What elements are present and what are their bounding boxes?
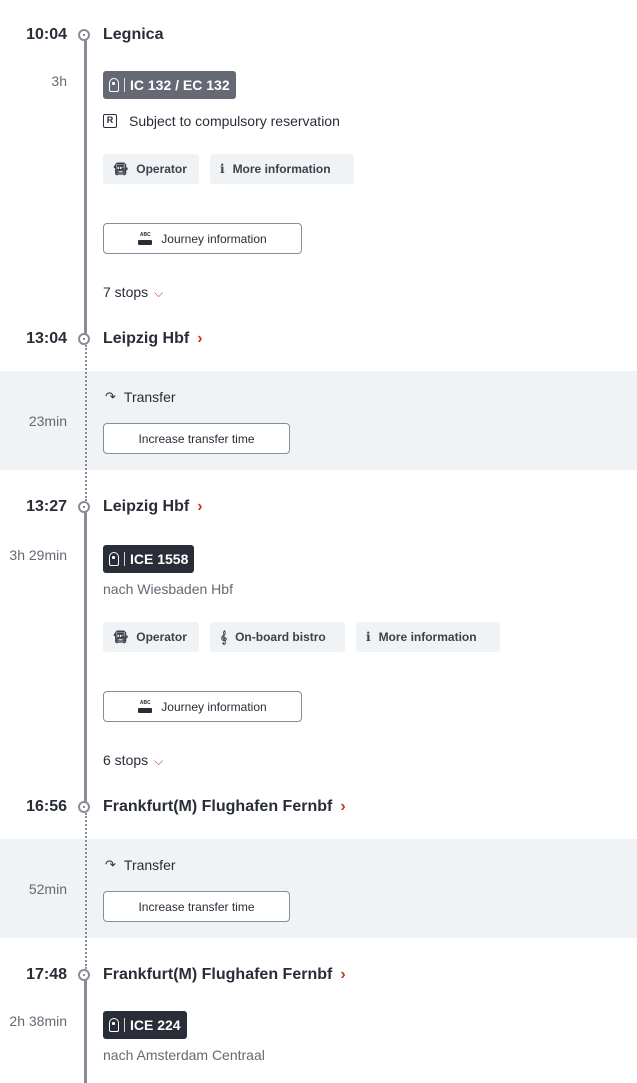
train-destination: nach Wiesbaden Hbf [103,581,233,597]
departure-time: 13:27 [26,498,67,515]
transfer-arrow-icon: ↷ [105,389,116,404]
info-i-icon: i [366,630,371,644]
station-link[interactable]: Frankfurt(M) Flughafen Fernbf › [103,798,346,816]
reservation-r-icon: R [103,114,117,128]
bus-operator-icon: 🚍︎ [113,162,129,176]
stop-node-icon [78,501,90,513]
station-link[interactable]: Leipzig Hbf › [103,330,203,348]
increase-transfer-time-button[interactable]: Increase transfer time [103,423,290,454]
departure-time: 17:48 [26,966,67,983]
transfer-duration: 23min [28,413,67,429]
transfer-band-1 [0,371,637,470]
abc-train-icon: ABC [138,700,153,713]
journey-information-button[interactable]: ABC Journey information [103,223,302,254]
train-badge[interactable]: IC 132 / EC 132 [103,71,236,99]
timeline-line-leg2 [84,507,87,807]
leg-duration: 3h [51,73,67,89]
station-name: Legnica [103,26,164,43]
stops-toggle[interactable]: 6 stops ⌵ [103,752,163,769]
fork-knife-icon: 𝄞 [220,629,228,644]
chevron-down-icon: ⌵ [154,754,164,768]
operator-button[interactable]: 🚍︎ Operator [103,622,199,652]
train-icon [109,552,119,566]
journey-information-button[interactable]: ABC Journey information [103,691,302,722]
transfer-band-2 [0,839,637,938]
departure-time: 10:04 [26,26,67,43]
leg-duration: 3h 29min [9,547,67,563]
increase-transfer-time-button[interactable]: Increase transfer time [103,891,290,922]
chevron-right-icon: › [197,330,203,347]
arrival-time: 16:56 [26,798,67,815]
stop-node-icon [78,333,90,345]
train-icon [109,1018,119,1032]
train-badge[interactable]: ICE 224 [103,1011,187,1039]
timeline-line-leg3 [84,975,87,1083]
abc-train-icon: ABC [138,232,153,245]
station-link[interactable]: Leipzig Hbf › [103,498,203,516]
arrival-time: 13:04 [26,330,67,347]
on-board-bistro-button[interactable]: 𝄞 On-board bistro [210,622,345,652]
station-link[interactable]: Frankfurt(M) Flughafen Fernbf › [103,966,346,984]
train-icon [109,78,119,92]
chevron-right-icon: › [340,798,346,815]
stop-node-icon [78,801,90,813]
leg-duration: 2h 38min [9,1013,67,1029]
transfer-label: ↷ Transfer [105,857,176,873]
chevron-down-icon: ⌵ [154,286,164,300]
chevron-right-icon: › [197,498,203,515]
transfer-label: ↷ Transfer [105,389,176,405]
stop-node-icon [78,969,90,981]
transfer-arrow-icon: ↷ [105,857,116,872]
timeline-transfer-line-2 [84,813,87,969]
timeline-line-leg1 [84,35,87,339]
stops-toggle[interactable]: 7 stops ⌵ [103,284,163,301]
chevron-right-icon: › [340,966,346,983]
timeline-transfer-line-1 [84,345,87,501]
stop-node-icon [78,29,90,41]
reservation-note: R Subject to compulsory reservation [103,113,340,129]
transfer-duration: 52min [28,881,67,897]
train-badge[interactable]: ICE 1558 [103,545,195,573]
bus-operator-icon: 🚍︎ [113,630,129,644]
more-information-button[interactable]: i More information [210,154,354,184]
operator-button[interactable]: 🚍︎ Operator [103,154,199,184]
train-destination: nach Amsterdam Centraal [103,1047,265,1063]
info-i-icon: i [220,162,225,176]
more-information-button[interactable]: i More information [356,622,500,652]
